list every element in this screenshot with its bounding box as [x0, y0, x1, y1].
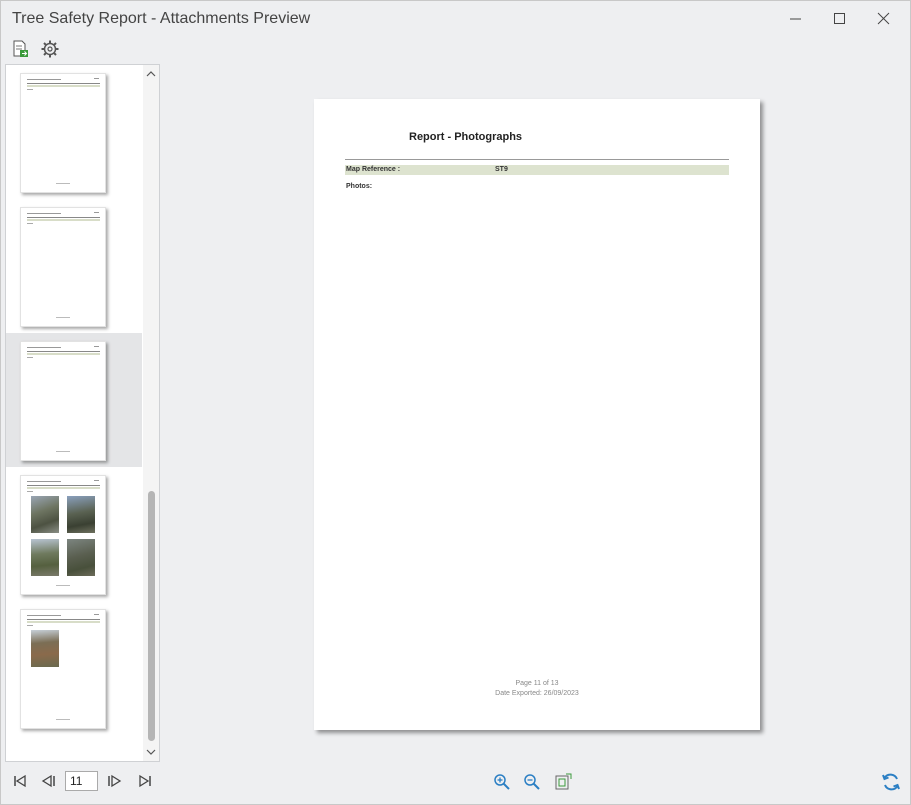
photo-thumbnail: [31, 630, 59, 667]
scroll-down-icon[interactable]: [146, 747, 156, 757]
zoom-out-icon: [524, 774, 540, 790]
page-number-input[interactable]: [65, 771, 98, 791]
maximize-icon: [834, 13, 845, 24]
thumbnail-image: [20, 341, 106, 461]
minimize-button[interactable]: [780, 7, 812, 31]
thumbnail-page-8[interactable]: [6, 65, 142, 199]
refresh-button[interactable]: [881, 772, 900, 791]
thumbnail-image: [20, 609, 106, 729]
photo-thumbnail: [67, 539, 95, 576]
thumbnail-page-10[interactable]: [6, 333, 142, 467]
thumbnail-panel[interactable]: [5, 64, 160, 762]
thumbnail-page-9[interactable]: [6, 199, 142, 333]
fit-page-button[interactable]: [554, 773, 572, 791]
photo-thumbnail: [31, 496, 59, 533]
report-page-preview: Report - Photographs Map Reference : ST9…: [314, 99, 760, 730]
thumbnail-page-11[interactable]: [6, 467, 142, 601]
thumbnail-image: [20, 73, 106, 193]
window-title: Tree Safety Report - Attachments Preview: [12, 10, 311, 27]
scrollbar-thumb[interactable]: [148, 491, 155, 741]
page-footer-number: Page 11 of 13: [515, 680, 559, 687]
first-page-button[interactable]: [12, 773, 28, 789]
maximize-button[interactable]: [824, 7, 856, 31]
next-page-icon: [108, 774, 122, 788]
photos-label: Photos:: [346, 183, 373, 190]
next-page-button[interactable]: [107, 773, 123, 789]
settings-gear-icon[interactable]: [41, 40, 59, 58]
minimize-icon: [790, 18, 801, 20]
fit-page-icon: [555, 773, 572, 790]
export-report-icon[interactable]: [11, 40, 29, 58]
page-footer-date: Date Exported: 26/09/2023: [495, 690, 579, 697]
photo-thumbnail: [67, 496, 95, 533]
title-bar: Tree Safety Report - Attachments Preview: [1, 1, 910, 37]
last-page-icon: [139, 774, 151, 788]
close-button[interactable]: [868, 7, 900, 31]
scroll-up-icon[interactable]: [146, 69, 156, 79]
preview-window: Tree Safety Report - Attachments Preview: [0, 0, 911, 805]
previous-page-button[interactable]: [40, 773, 56, 789]
first-page-icon: [14, 774, 26, 788]
zoom-in-icon: [494, 774, 510, 790]
map-reference-value: ST9: [495, 166, 508, 173]
thumbnail-page-12[interactable]: [6, 601, 142, 735]
map-reference-row: Map Reference : ST9: [345, 165, 729, 175]
map-reference-label: Map Reference :: [346, 166, 401, 173]
heading-divider: [345, 159, 729, 160]
last-page-button[interactable]: [137, 773, 153, 789]
zoom-in-button[interactable]: [493, 773, 511, 791]
thumbnail-image: [20, 207, 106, 327]
thumbnail-scrollbar[interactable]: [143, 65, 159, 761]
report-heading: Report - Photographs: [409, 131, 523, 143]
photo-thumbnail: [31, 539, 59, 576]
close-icon: [877, 12, 890, 25]
zoom-out-button[interactable]: [523, 773, 541, 791]
previous-page-icon: [41, 774, 55, 788]
thumbnail-image: [20, 475, 106, 595]
refresh-icon: [882, 773, 900, 791]
